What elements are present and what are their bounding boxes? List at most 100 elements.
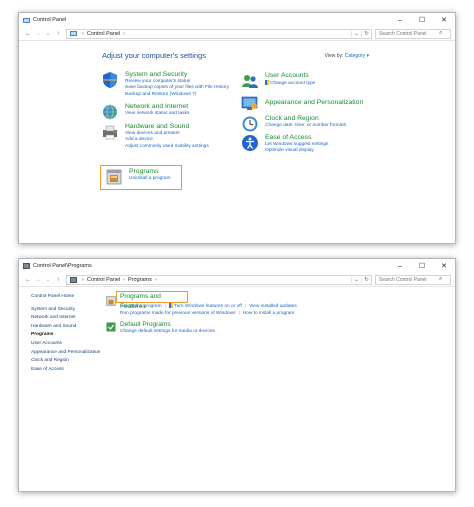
highlight-box-programs [100,165,182,190]
default-programs-section: Default Programs Change default settings… [106,321,215,336]
control-panel-icon [23,17,30,23]
category-ease-of-access: Ease of Access Let Windows suggest setti… [241,134,328,155]
nav-ease-of-access[interactable]: Ease of Access [31,366,101,375]
category-network-and-internet: Network and Internet View network status… [101,103,189,121]
view-by-label: View by: [324,53,344,59]
category-clock-and-region: Clock and Region Change date, time, or n… [241,115,346,133]
ease-of-access-icon [242,135,258,151]
category-title[interactable]: Clock and Region [265,115,346,123]
address-dropdown-button[interactable]: ⌄ [351,30,361,37]
recent-locations-button[interactable]: ⌄ [43,30,53,37]
nav-clock-and-region[interactable]: Clock and Region [31,357,101,366]
link-change-account-type[interactable]: Change account type [265,80,315,87]
chevron-right-icon: › [123,276,126,283]
title-bar: Control Panel\Programs – ☐ ✕ [19,259,455,273]
refresh-button[interactable]: ↻ [361,30,371,37]
nav-control-panel-home[interactable]: Control Panel Home [31,293,101,302]
window-title: Control Panel [33,17,67,23]
clock-icon [242,116,258,132]
control-panel-programs-window: Control Panel\Programs – ☐ ✕ ← → ⌄ ↑ › C… [18,258,456,492]
nav-appearance-and-personalization[interactable]: Appearance and Personalization [31,350,101,356]
breadcrumb-control-panel[interactable]: Control Panel [87,31,120,37]
programs-icon [106,296,116,306]
page-title: Adjust your computer's settings [102,51,206,60]
forward-button[interactable]: → [33,277,43,283]
close-button[interactable]: ✕ [433,13,455,27]
search-icon: ⌕ [439,276,443,282]
programs-icon [23,263,30,269]
link-network-status[interactable]: View network status and tasks [125,111,189,117]
view-by: View by: Category ▾ [325,53,369,59]
forward-button[interactable]: → [33,31,43,37]
search-icon: ⌕ [439,30,443,36]
search-input[interactable] [379,30,439,37]
printer-icon [103,125,117,140]
category-title[interactable]: Hardware and Sound [125,123,209,131]
shield-icon [103,72,117,88]
address-dropdown-button[interactable]: ⌄ [351,276,361,283]
breadcrumb-programs[interactable]: Programs [128,277,152,283]
recent-locations-button[interactable]: ⌄ [43,276,53,283]
default-programs-icon [106,322,116,332]
link-installed-updates[interactable]: View installed updates [249,304,297,309]
link-how-to-install[interactable]: How to install a program [243,311,295,316]
category-user-accounts: User Accounts Change account type [241,72,315,90]
view-by-dropdown[interactable]: Category ▾ [345,53,369,59]
category-title[interactable]: System and Security [125,71,229,79]
search-box[interactable]: ⌕ [375,28,451,39]
nav-programs[interactable]: Programs [31,331,101,340]
programs-features-links-row2: Run programs made for previous versions … [120,310,295,316]
link-change-default-settings[interactable]: Change default settings for media or dev… [120,329,215,336]
address-bar[interactable]: › Control Panel › ⌄ ↻ [66,28,372,39]
link-optimize-visual-display[interactable]: Optimize visual display [265,148,328,154]
users-icon [242,75,258,88]
highlight-box-programs-and-features: Programs and Features [116,291,188,310]
navigation-bar: ← → ⌄ ↑ › Control Panel › Programs › ⌄ ↻… [19,273,455,287]
maximize-button[interactable]: ☐ [411,13,433,27]
address-bar[interactable]: › Control Panel › Programs › ⌄ ↻ [66,274,372,285]
minimize-button[interactable]: – [389,259,411,273]
chevron-right-icon: › [82,30,84,37]
link-backup-restore[interactable]: Backup and Restore (Windows 7) [125,92,229,98]
nav-network-and-internet[interactable]: Network and Internet [31,314,101,323]
programs-and-features-title[interactable]: Programs and Features [117,292,187,311]
back-button[interactable]: ← [23,31,33,37]
chevron-right-icon: › [82,276,84,283]
category-title[interactable]: Ease of Access [265,134,328,142]
category-title[interactable]: Appearance and Personalization [265,99,363,107]
minimize-button[interactable]: – [389,13,411,27]
search-box[interactable]: ⌕ [375,274,451,285]
network-icon [103,104,117,120]
search-input[interactable] [379,276,439,283]
category-hardware-and-sound: Hardware and Sound View devices and prin… [101,123,209,150]
category-title[interactable]: Network and Internet [125,103,189,111]
refresh-button[interactable]: ↻ [361,276,371,283]
chevron-right-icon: › [123,30,126,37]
window-title: Control Panel\Programs [33,263,92,269]
control-panel-window: Control Panel – ☐ ✕ ← → ⌄ ↑ › Control Pa… [18,12,456,244]
link-date-time-formats[interactable]: Change date, time, or number formats [265,123,346,129]
close-button[interactable]: ✕ [433,259,455,273]
link-mobility-settings[interactable]: Adjust commonly used mobility settings [125,144,209,150]
back-button[interactable]: ← [23,277,33,283]
control-panel-icon [70,31,77,36]
breadcrumb-control-panel[interactable]: Control Panel [87,277,120,283]
up-button[interactable]: ↑ [53,31,63,37]
appearance-icon [241,96,258,110]
navigation-bar: ← → ⌄ ↑ › Control Panel › ⌄ ↻ ⌕ [19,27,455,41]
default-programs-title[interactable]: Default Programs [120,321,215,329]
chevron-right-icon: › [154,276,157,283]
link-run-older-programs[interactable]: Run programs made for previous versions … [120,311,235,316]
category-title[interactable]: User Accounts [265,72,315,80]
category-appearance-and-personalization: Appearance and Personalization [241,94,363,112]
title-bar: Control Panel – ☐ ✕ [19,13,455,27]
nav-user-accounts[interactable]: User Accounts [31,340,101,349]
left-navigation: Control Panel Home System and Security N… [31,293,101,374]
category-system-and-security: System and Security Review your computer… [101,71,229,98]
nav-system-and-security[interactable]: System and Security [31,306,101,315]
up-button[interactable]: ↑ [53,277,63,283]
programs-icon [70,276,77,283]
uac-shield-icon [265,80,269,85]
maximize-button[interactable]: ☐ [411,259,433,273]
nav-hardware-and-sound[interactable]: Hardware and Sound [31,323,101,332]
